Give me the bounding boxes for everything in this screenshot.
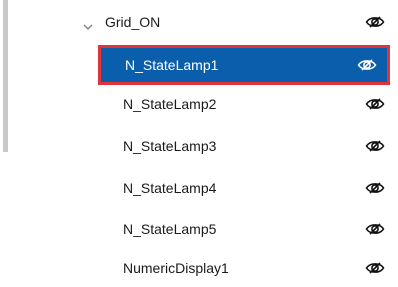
vertical-scrollbar[interactable] xyxy=(0,0,9,287)
eye-icon[interactable] xyxy=(365,97,385,111)
eye-icon[interactable] xyxy=(365,222,385,236)
tree-item-n-statelamp2[interactable]: N_StateLamp2 xyxy=(9,88,398,120)
tree-item-label: N_StateLamp3 xyxy=(123,138,217,154)
eye-icon[interactable] xyxy=(365,261,385,275)
tree-item-label: N_StateLamp2 xyxy=(123,96,217,112)
tree-item-numericdisplay1[interactable]: NumericDisplay1 xyxy=(9,252,398,284)
layer-tree: Grid_ON N_StateLamp1 N_StateLamp2 N_Stat… xyxy=(0,0,398,287)
tree-item-n-statelamp4[interactable]: N_StateLamp4 xyxy=(9,172,398,204)
tree-item-n-statelamp3[interactable]: N_StateLamp3 xyxy=(9,130,398,162)
scrollbar-thumb[interactable] xyxy=(3,0,8,152)
eye-icon[interactable] xyxy=(357,58,377,72)
tree-item-n-statelamp5[interactable]: N_StateLamp5 xyxy=(9,213,398,245)
tree-item-label: NumericDisplay1 xyxy=(123,260,229,276)
eye-icon[interactable] xyxy=(365,139,385,153)
eye-icon[interactable] xyxy=(365,15,385,29)
tree-item-label: N_StateLamp4 xyxy=(123,180,217,196)
tree-item-label: N_StateLamp5 xyxy=(123,221,217,237)
tree-group-grid-on[interactable]: Grid_ON xyxy=(9,6,398,38)
chevron-down-icon[interactable] xyxy=(83,18,93,30)
tree-item-n-statelamp1[interactable]: N_StateLamp1 xyxy=(98,45,390,85)
tree-group-label: Grid_ON xyxy=(105,14,161,30)
tree-item-label: N_StateLamp1 xyxy=(125,57,219,73)
eye-icon[interactable] xyxy=(365,181,385,195)
